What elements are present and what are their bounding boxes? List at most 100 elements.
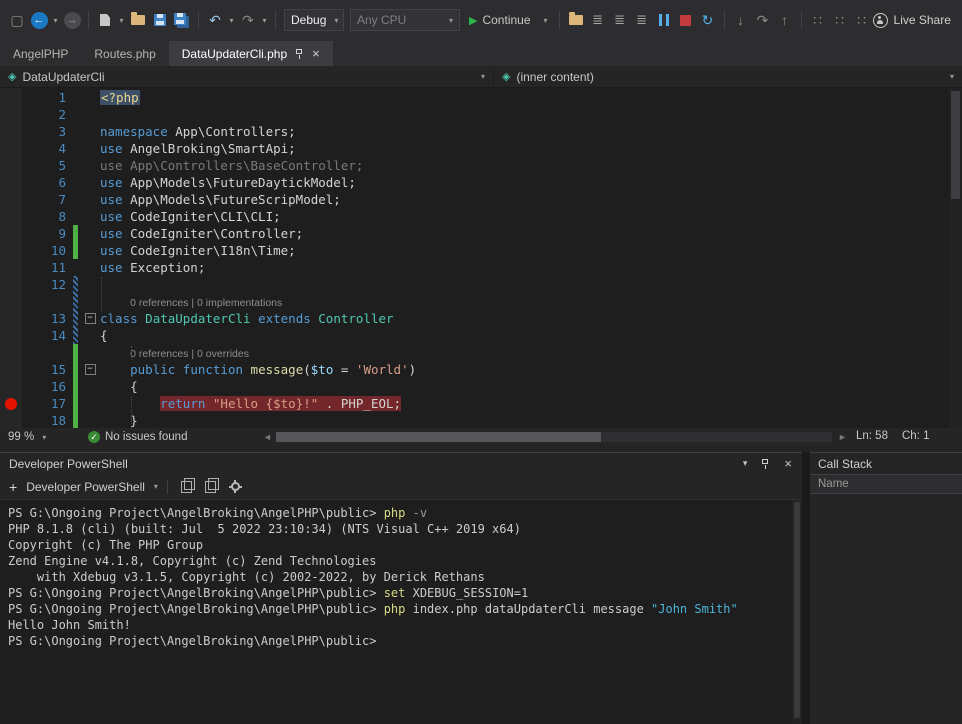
navigate-backward-icon[interactable]: ← (29, 8, 49, 32)
editor-vertical-scrollbar[interactable] (949, 88, 962, 428)
scroll-right-arrow[interactable]: ► (838, 432, 847, 442)
break-all-icon[interactable] (654, 8, 674, 32)
split-terminal-icon[interactable] (181, 481, 192, 493)
platform-select[interactable]: Any CPU▾ (350, 9, 460, 31)
copy-icon[interactable] (205, 481, 216, 493)
breakpoint-margin[interactable] (0, 123, 22, 140)
continue-button[interactable]: ▶Continue▾ (463, 8, 554, 32)
scrollbar-thumb[interactable] (276, 432, 601, 442)
breakpoint-margin[interactable] (0, 310, 22, 327)
code-editor[interactable]: 1<?php23namespace App\Controllers;4use A… (0, 88, 962, 428)
code-line[interactable]: 13−class DataUpdaterCli extends Controll… (0, 310, 962, 327)
scroll-left-arrow[interactable]: ◄ (263, 432, 272, 442)
horizontal-scrollbar[interactable] (276, 432, 832, 442)
breakpoint-margin[interactable] (0, 225, 22, 242)
open-file-icon[interactable] (128, 8, 148, 32)
codelens-row[interactable]: 0 references | 0 overrides (0, 344, 962, 361)
select-window-icon[interactable]: ▢ (7, 8, 27, 32)
breakpoint-margin[interactable] (0, 191, 22, 208)
undo-dropdown[interactable]: ▾ (227, 8, 236, 32)
tab-angelphp[interactable]: AngelPHP (0, 41, 81, 66)
step-out-icon[interactable]: ↑ (775, 8, 795, 32)
breakpoint-margin[interactable] (0, 89, 22, 106)
breakpoint-margin[interactable] (0, 395, 22, 412)
code-line[interactable]: 3namespace App\Controllers; (0, 123, 962, 140)
stop-debugging-icon[interactable] (676, 8, 696, 32)
tab-dataupdatercli-php[interactable]: DataUpdaterCli.php× (169, 41, 333, 66)
scrollbar-thumb[interactable] (794, 502, 800, 718)
code-line[interactable]: 16 { (0, 378, 962, 395)
navigate-backward-dropdown[interactable]: ▾ (51, 8, 60, 32)
debug-configuration-select[interactable]: Debug▾ (284, 9, 344, 31)
code-line[interactable]: 4use AngelBroking\SmartApi; (0, 140, 962, 157)
breakpoint-margin[interactable] (0, 259, 22, 276)
code-line[interactable]: 15− public function message($to = 'World… (0, 361, 962, 378)
breakpoint-margin[interactable] (0, 412, 22, 428)
vertical-splitter[interactable] (802, 452, 810, 724)
codelens-text[interactable]: 0 references | 0 implementations (130, 297, 282, 309)
code-line[interactable]: 6use App\Models\FutureDaytickModel; (0, 174, 962, 191)
undo-icon[interactable]: ↶ (205, 8, 225, 32)
breakpoint-margin[interactable] (0, 242, 22, 259)
navigate-forward-icon[interactable]: → (62, 8, 82, 32)
redo-icon[interactable]: ↷ (238, 8, 258, 32)
code-line[interactable]: 5use App\Controllers\BaseController; (0, 157, 962, 174)
new-file-icon[interactable] (95, 8, 115, 32)
chevron-down-icon[interactable]: ▾ (154, 482, 158, 491)
step-into-icon[interactable]: ↓ (731, 8, 751, 32)
breakpoint-icon[interactable] (5, 398, 17, 410)
breakpoint-margin[interactable] (0, 157, 22, 174)
live-share-button[interactable]: Live Share (873, 13, 959, 28)
code-line[interactable]: 17 return "Hello {$to}!" . PHP_EOL; (0, 395, 962, 412)
issues-indicator[interactable]: ✓ No issues found (88, 428, 187, 446)
breakpoint-margin[interactable] (0, 276, 22, 293)
breakpoint-margin[interactable] (0, 327, 22, 344)
code-line[interactable]: 18 } (0, 412, 962, 428)
class-view-icon[interactable]: ≣ (610, 8, 630, 32)
close-icon[interactable]: × (312, 47, 320, 60)
type-dropdown[interactable]: ◈ DataUpdaterCli ▾ (0, 66, 494, 87)
memory-window-icon[interactable]: ∷ (830, 8, 850, 32)
code-line[interactable]: 10use CodeIgniter\I18n\Time; (0, 242, 962, 259)
breakpoint-margin[interactable] (0, 378, 22, 395)
collapse-icon[interactable]: − (85, 364, 96, 375)
breakpoints-window-icon[interactable]: ∷ (808, 8, 828, 32)
watch-window-icon[interactable]: ∷ (852, 8, 872, 32)
breakpoint-margin[interactable] (0, 174, 22, 191)
property-list-icon[interactable]: ≣ (632, 8, 652, 32)
restart-icon[interactable]: ↻ (698, 8, 718, 32)
breakpoint-margin[interactable] (0, 208, 22, 225)
breakpoint-margin[interactable] (0, 106, 22, 123)
breakpoint-margin[interactable] (0, 344, 22, 361)
collapse-icon[interactable]: − (85, 313, 96, 324)
breakpoint-margin[interactable] (0, 293, 22, 310)
code-line[interactable]: 1<?php (0, 89, 962, 106)
scrollbar-thumb[interactable] (951, 91, 960, 199)
code-line[interactable]: 7use App\Models\FutureScripModel; (0, 191, 962, 208)
zoom-select[interactable]: 99 % ▾ (8, 428, 46, 446)
code-line[interactable]: 14{ (0, 327, 962, 344)
chevron-down-icon[interactable]: ▾ (743, 458, 748, 469)
terminal-output[interactable]: PS G:\Ongoing Project\AngelBroking\Angel… (0, 500, 802, 649)
code-line[interactable]: 11use Exception; (0, 259, 962, 276)
save-icon[interactable] (150, 8, 170, 32)
new-file-dropdown[interactable]: ▾ (117, 8, 126, 32)
step-over-icon[interactable]: ↷ (753, 8, 773, 32)
code-line[interactable]: 12 (0, 276, 962, 293)
new-terminal-button[interactable]: + (9, 479, 17, 495)
solution-explorer-icon[interactable]: ≣ (588, 8, 608, 32)
terminal-scrollbar[interactable] (792, 500, 802, 724)
code-line[interactable]: 9use CodeIgniter\Controller; (0, 225, 962, 242)
terminal-tab-label[interactable]: Developer PowerShell (26, 480, 145, 494)
codelens-row[interactable]: 0 references | 0 implementations (0, 293, 962, 310)
redo-dropdown[interactable]: ▾ (260, 8, 269, 32)
close-icon[interactable]: × (784, 456, 792, 471)
pin-icon[interactable] (294, 48, 305, 60)
pin-icon[interactable] (760, 458, 771, 470)
tab-routes-php[interactable]: Routes.php (81, 41, 168, 66)
gear-icon[interactable] (231, 482, 240, 491)
codelens-text[interactable]: 0 references | 0 overrides (130, 348, 249, 360)
member-dropdown[interactable]: ◈ (inner content) ▾ (494, 66, 962, 87)
save-all-icon[interactable] (172, 8, 192, 32)
breakpoint-margin[interactable] (0, 140, 22, 157)
